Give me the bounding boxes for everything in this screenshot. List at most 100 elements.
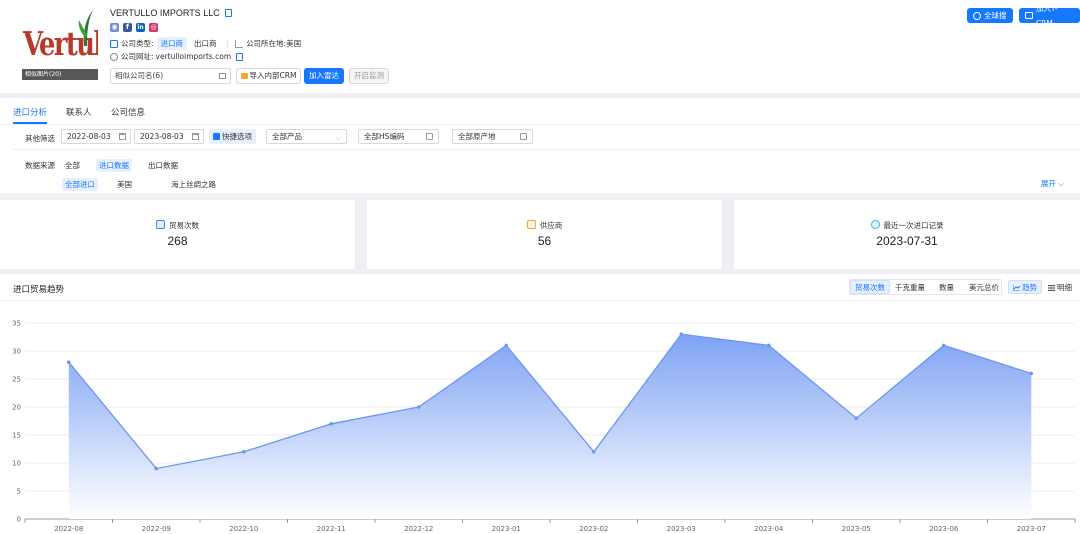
source-import[interactable]: 进口数据 bbox=[96, 159, 132, 172]
x-tick-label: 2023-04 bbox=[754, 525, 784, 533]
metric-trade-count[interactable]: 贸易次数 bbox=[850, 280, 890, 294]
x-tick-label: 2023-05 bbox=[842, 525, 871, 533]
crm-icon bbox=[240, 73, 248, 79]
data-point-2023-05[interactable] bbox=[854, 416, 859, 420]
expand-label: 展开 bbox=[1040, 179, 1056, 188]
import-crm-button[interactable]: 导入内部CRM bbox=[236, 68, 301, 84]
stat-card-last-import: 最近一次进口记录 2023-07-31 bbox=[734, 200, 1080, 269]
y-tick-label: 20 bbox=[12, 404, 21, 412]
source-export[interactable]: 出口数据 bbox=[145, 159, 181, 172]
filter-panel: 进口分析 联系人 公司信息 其他筛选 2022-08-03 2023-08-03… bbox=[0, 98, 1080, 193]
metric-weight[interactable]: 千克重量 bbox=[890, 280, 930, 294]
bar-chart-icon bbox=[156, 220, 165, 229]
building-icon bbox=[219, 73, 226, 79]
x-tick-label: 2022-10 bbox=[229, 525, 258, 533]
calendar-icon bbox=[192, 133, 199, 140]
monitor-button[interactable]: 开启监测 bbox=[349, 68, 389, 84]
quick-options-button[interactable]: 快捷选项 bbox=[209, 129, 256, 144]
view-trend-label: 趋势 bbox=[1022, 283, 1037, 292]
stat-label: 贸易次数 bbox=[169, 221, 199, 230]
stat-value: 56 bbox=[537, 234, 552, 248]
filter-divider bbox=[13, 149, 1080, 150]
lightning-icon bbox=[213, 133, 220, 140]
linkedin-icon[interactable]: in bbox=[136, 23, 145, 32]
metric-quantity[interactable]: 数量 bbox=[934, 280, 959, 294]
end-date-input[interactable]: 2023-08-03 bbox=[134, 129, 204, 144]
global-search-button[interactable]: 全球搜 bbox=[967, 8, 1013, 23]
data-point-2022-08[interactable] bbox=[66, 360, 71, 364]
x-tick-label: 2023-01 bbox=[492, 525, 521, 533]
company-name: VERTULLO IMPORTS LLC bbox=[110, 8, 232, 18]
other-filters-label: 其他筛选 bbox=[25, 134, 55, 143]
data-point-2023-06[interactable] bbox=[941, 343, 946, 348]
copy-website-icon[interactable] bbox=[236, 52, 244, 61]
data-point-2022-11[interactable] bbox=[329, 422, 334, 426]
data-point-2023-07[interactable] bbox=[1029, 371, 1034, 376]
globe-search-icon bbox=[973, 11, 981, 20]
add-radar-button[interactable]: 加入雷达 bbox=[304, 68, 344, 84]
supplier-icon bbox=[526, 220, 536, 229]
stat-card-trades: 贸易次数 268 bbox=[0, 200, 355, 269]
y-tick-label: 15 bbox=[12, 432, 21, 440]
similar-companies-text: 相似公司名(6) bbox=[115, 71, 164, 80]
copy-icon[interactable] bbox=[224, 9, 232, 17]
y-tick-label: 30 bbox=[12, 348, 21, 356]
similar-images-caption[interactable]: 相似图片(20) bbox=[22, 69, 98, 80]
start-date-input[interactable]: 2022-08-03 bbox=[61, 129, 131, 144]
sub-source-silk-road[interactable]: 海上丝绸之路 bbox=[168, 178, 219, 191]
data-point-2023-02[interactable] bbox=[591, 450, 596, 454]
hs-code-select[interactable]: 全部HS编码 bbox=[358, 129, 439, 144]
list-icon bbox=[426, 133, 433, 140]
view-detail[interactable]: 明细 bbox=[1043, 280, 1077, 294]
website-link[interactable]: vertulloimports.com bbox=[156, 52, 232, 61]
tab-import-analysis[interactable]: 进口分析 bbox=[13, 106, 47, 118]
sub-source-all-import[interactable]: 全部进口 bbox=[62, 178, 98, 191]
product-value: 全部产品 bbox=[272, 132, 302, 141]
data-source-label: 数据来源 bbox=[25, 161, 55, 170]
website-icon[interactable]: ◉ bbox=[110, 23, 119, 32]
source-all[interactable]: 全部 bbox=[62, 159, 83, 172]
y-tick-label: 5 bbox=[17, 488, 21, 496]
trend-chart-card: 进口贸易趋势 贸易次数 千克重量 数量 美元总价 趋势 明细 0 5 10 15 20 2… bbox=[0, 274, 1080, 534]
website-row: 公司网址: vertulloimports.com bbox=[110, 51, 244, 62]
divider: | bbox=[226, 39, 230, 48]
tab-contacts[interactable]: 联系人 bbox=[66, 106, 92, 118]
x-tick-label: 2023-06 bbox=[929, 525, 959, 533]
data-point-2023-04[interactable] bbox=[766, 343, 771, 348]
view-trend[interactable]: 趋势 bbox=[1008, 280, 1042, 294]
product-select[interactable]: 全部产品 ⌵ bbox=[266, 129, 347, 144]
add-tcrm-label: 加入T-CRM bbox=[1035, 3, 1058, 28]
chevron-down-icon: ⌵ bbox=[335, 134, 341, 142]
list-icon bbox=[520, 133, 527, 140]
globe-icon bbox=[110, 52, 118, 61]
stat-label-row: 贸易次数 bbox=[0, 220, 355, 231]
metric-usd-total[interactable]: 美元总价 bbox=[964, 280, 1004, 294]
start-date-value: 2022-08-03 bbox=[67, 132, 111, 141]
end-date-value: 2023-08-03 bbox=[140, 132, 184, 141]
similar-companies-select[interactable]: 相似公司名(6) bbox=[110, 68, 231, 84]
x-tick-label: 2023-02 bbox=[579, 525, 608, 533]
trend-area-chart: 05101520253035 2022-08 2022-09 2022-10 2022… bbox=[12, 320, 1076, 533]
quick-options-label: 快捷选项 bbox=[222, 132, 252, 141]
facebook-icon[interactable]: f bbox=[123, 23, 132, 32]
data-point-2022-12[interactable] bbox=[416, 405, 421, 409]
hs-code-value: 全部HS编码 bbox=[364, 132, 405, 141]
instagram-icon[interactable]: ◎ bbox=[149, 23, 158, 32]
expand-button[interactable]: 展开 ⌵ bbox=[1041, 178, 1064, 189]
data-point-2023-01[interactable] bbox=[504, 343, 509, 348]
origin-select[interactable]: 全部原产地 bbox=[452, 129, 533, 144]
company-logo[interactable]: Vertullo 相似图片(20) bbox=[22, 6, 98, 80]
company-type-label: 公司类型: bbox=[121, 39, 154, 48]
x-tick-label: 2022-12 bbox=[404, 525, 433, 533]
tab-company-info[interactable]: 公司信息 bbox=[111, 106, 145, 118]
add-tcrm-button[interactable]: 加入T-CRM bbox=[1019, 4, 1080, 28]
clock-icon bbox=[870, 220, 880, 229]
x-tick-label: 2022-11 bbox=[317, 525, 346, 533]
stat-label: 最近一次进口记录 bbox=[883, 221, 944, 230]
stat-label-row: 最近一次进口记录 bbox=[734, 220, 1080, 231]
data-point-2022-10[interactable] bbox=[241, 450, 246, 454]
data-point-2023-03[interactable] bbox=[679, 332, 684, 336]
line-chart-icon bbox=[1013, 285, 1020, 291]
data-point-2022-09[interactable] bbox=[154, 466, 159, 471]
sub-source-usa[interactable]: 美国 bbox=[114, 178, 135, 191]
